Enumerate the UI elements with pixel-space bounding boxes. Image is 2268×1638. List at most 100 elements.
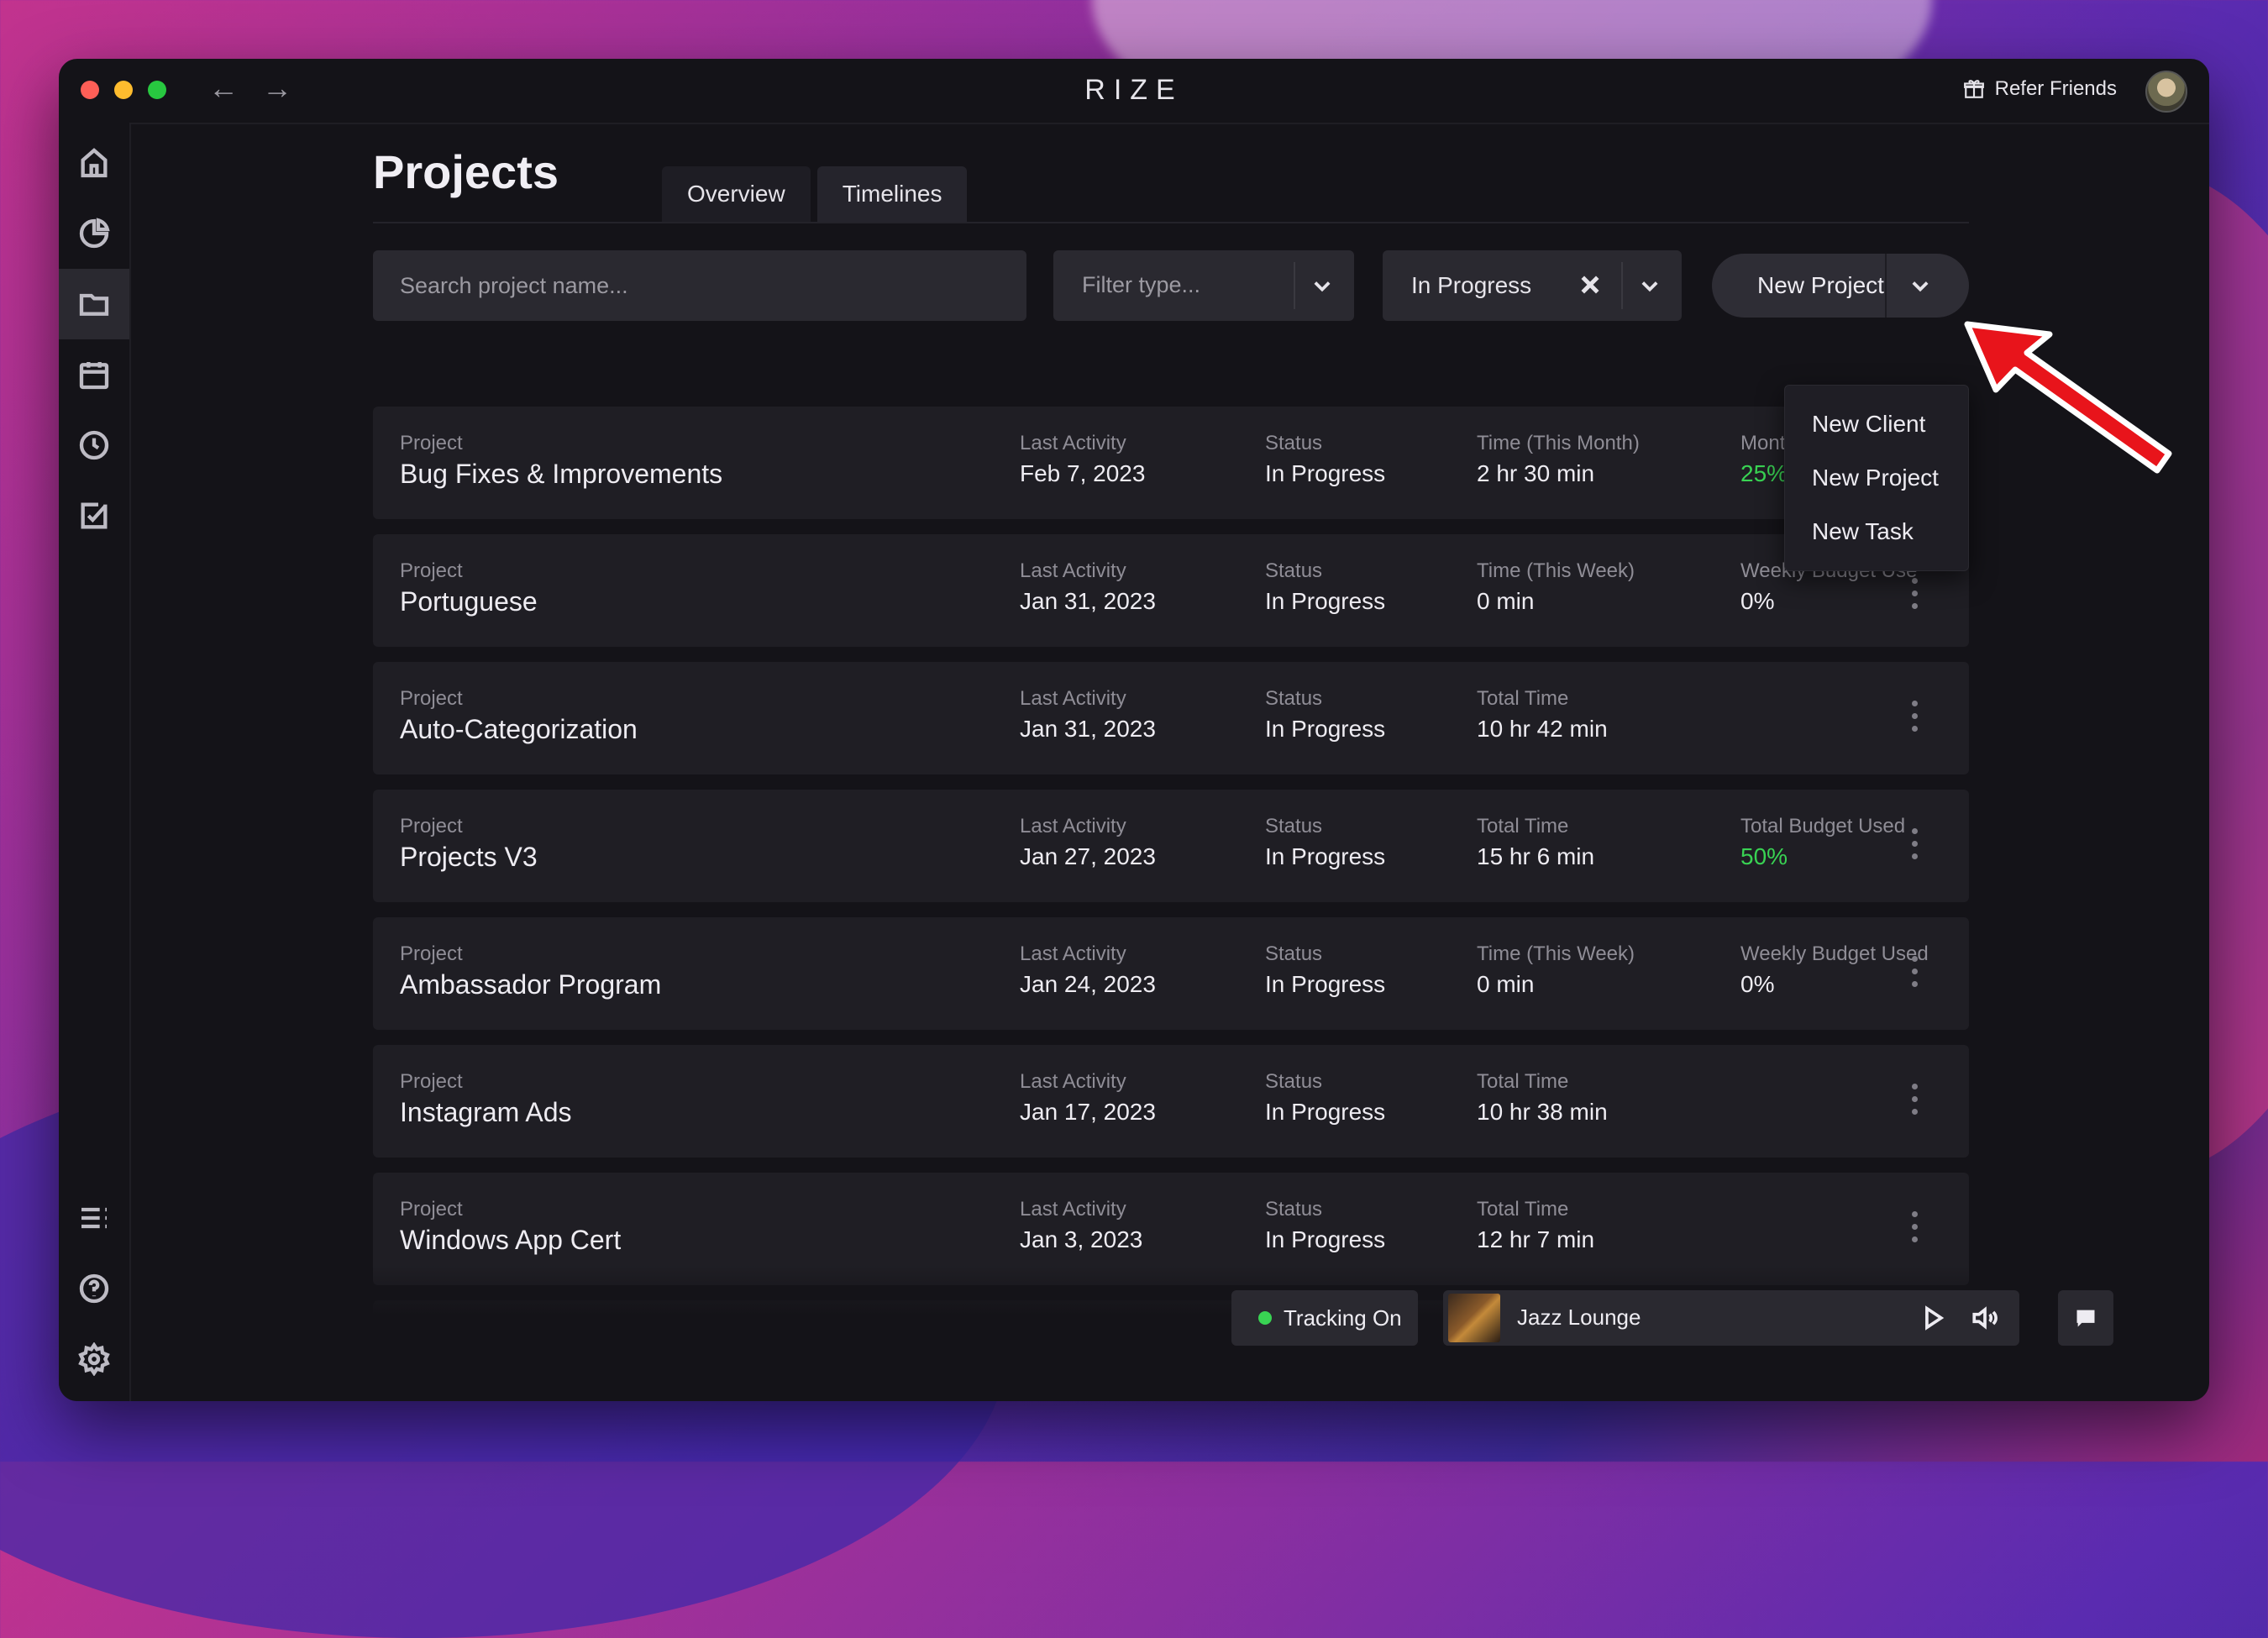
track-name: Jazz Lounge <box>1517 1305 1641 1330</box>
time-value: 0 min <box>1477 971 1535 997</box>
time-label: Total Time <box>1477 1070 1569 1093</box>
status-label: Status <box>1265 559 1323 582</box>
time-value: 0 min <box>1477 588 1535 614</box>
project-row[interactable]: Project Projects V3 Last Activity Jan 27, 2… <box>373 790 1969 902</box>
project-row[interactable]: Project Ambassador Program Last Activity Ja… <box>373 917 1969 1030</box>
refer-friends-button[interactable]: Refer Friends <box>1963 77 2117 101</box>
tracking-status-button[interactable]: Tracking On <box>1231 1290 1418 1346</box>
status-value: In Progress <box>1265 716 1386 742</box>
project-name: Portuguese <box>400 586 538 617</box>
last-activity-value: Jan 27, 2023 <box>1020 843 1156 869</box>
more-options-icon[interactable] <box>1912 578 1920 615</box>
new-project-button[interactable]: New Project <box>1712 254 1969 318</box>
sidebar-item-projects[interactable] <box>59 269 129 339</box>
budget-label: Total Budget Used <box>1740 815 1906 837</box>
tracking-status-label: Tracking On <box>1284 1305 1402 1331</box>
last-activity-value: Jan 31, 2023 <box>1020 588 1156 614</box>
folder-icon <box>79 293 109 316</box>
sidebar-item-analytics[interactable] <box>59 198 129 269</box>
sidebar-item-calendar[interactable] <box>59 339 129 410</box>
status-label: Status <box>1265 432 1323 454</box>
refer-friends-label: Refer Friends <box>1994 77 2117 100</box>
sidebar-item-tasks[interactable] <box>59 480 129 551</box>
project-name: Projects V3 <box>400 842 538 872</box>
home-icon <box>81 148 108 178</box>
status-label: Status <box>1265 1070 1323 1093</box>
help-icon <box>79 1273 109 1304</box>
project-list: Project Bug Fixes & Improvements Last Acti… <box>373 407 1969 1314</box>
new-project-label: New Project <box>1757 272 1884 298</box>
budget-value: 0% <box>1740 971 1775 997</box>
more-options-icon[interactable] <box>1912 1211 1920 1248</box>
last-activity-value: Jan 17, 2023 <box>1020 1099 1156 1125</box>
sidebar-item-home[interactable] <box>59 128 129 198</box>
menu-item-new-task[interactable]: New Task <box>1812 518 1914 545</box>
last-activity-label: Last Activity <box>1020 942 1126 965</box>
avatar[interactable] <box>2145 71 2187 113</box>
more-options-icon[interactable] <box>1912 956 1920 993</box>
checkbox-icon <box>81 502 108 529</box>
calendar-icon <box>79 362 109 390</box>
project-name: Bug Fixes & Improvements <box>400 459 723 489</box>
project-row[interactable]: Project Portuguese Last Activity Jan 31, 20… <box>373 534 1969 647</box>
project-row[interactable]: Project Instagram Ads Last Activity Jan 17,… <box>373 1045 1969 1158</box>
sidebar-item-list[interactable] <box>59 1183 129 1253</box>
divider <box>1885 254 1887 318</box>
time-label: Total Time <box>1477 1198 1569 1221</box>
project-label: Project <box>400 1198 463 1221</box>
project-label: Project <box>400 1070 463 1093</box>
main-content: Projects Overview Timelines Filter type.… <box>131 123 2209 1401</box>
time-label: Total Time <box>1477 687 1569 710</box>
divider <box>1294 262 1295 309</box>
time-label: Time (This Month) <box>1477 432 1640 454</box>
clear-filter-icon[interactable] <box>1578 272 1603 297</box>
menu-item-new-project[interactable]: New Project <box>1812 465 1939 491</box>
more-options-icon[interactable] <box>1912 1084 1920 1121</box>
status-value: In Progress <box>1265 971 1386 997</box>
project-label: Project <box>400 815 463 837</box>
last-activity-value: Jan 24, 2023 <box>1020 971 1156 997</box>
last-activity-label: Last Activity <box>1020 687 1126 710</box>
budget-value: 0% <box>1740 588 1775 614</box>
last-activity-label: Last Activity <box>1020 432 1126 454</box>
gift-icon <box>1963 80 1984 98</box>
tracking-status-dot <box>1258 1311 1272 1325</box>
chevron-down-icon[interactable] <box>1310 274 1334 297</box>
time-label: Total Time <box>1477 815 1569 837</box>
chevron-down-icon[interactable] <box>1638 274 1662 297</box>
project-row[interactable]: Project Auto-Categorization Last Activity J… <box>373 662 1969 774</box>
status-label: Status <box>1265 815 1323 837</box>
menu-item-new-client[interactable]: New Client <box>1812 411 1925 438</box>
more-options-icon[interactable] <box>1912 828 1920 865</box>
gear-icon <box>78 1342 110 1376</box>
chevron-down-icon[interactable] <box>1908 274 1932 297</box>
sidebar-item-help[interactable] <box>59 1253 129 1324</box>
filter-type-placeholder: Filter type... <box>1082 272 1201 297</box>
status-value: In Progress <box>1265 588 1386 614</box>
chat-icon <box>2076 1310 2095 1327</box>
volume-icon[interactable] <box>1971 1304 2001 1334</box>
project-name: Auto-Categorization <box>400 714 638 744</box>
more-options-icon[interactable] <box>1912 701 1920 738</box>
music-player: Jazz Lounge <box>1443 1290 2019 1346</box>
status-filter-select[interactable]: In Progress <box>1383 250 1682 321</box>
status-label: Status <box>1265 1198 1323 1221</box>
time-label: Time (This Week) <box>1477 559 1635 582</box>
time-value: 10 hr 38 min <box>1477 1099 1608 1125</box>
project-name: Ambassador Program <box>400 969 662 1000</box>
sidebar-item-settings[interactable] <box>59 1324 129 1394</box>
new-item-dropdown: New Client New Project New Task <box>1784 385 1969 571</box>
sidebar-item-privacy[interactable] <box>59 1394 129 1401</box>
project-row[interactable]: Project Bug Fixes & Improvements Last Acti… <box>373 407 1969 519</box>
pie-chart-icon <box>79 218 110 249</box>
filter-type-select[interactable]: Filter type... <box>1053 250 1354 321</box>
tab-timelines[interactable]: Timelines <box>816 166 968 222</box>
last-activity-label: Last Activity <box>1020 815 1126 837</box>
play-icon[interactable] <box>1919 1304 1949 1334</box>
status-value: In Progress <box>1265 843 1386 869</box>
search-input[interactable] <box>373 250 1026 321</box>
chat-button[interactable] <box>2058 1290 2113 1346</box>
tab-overview[interactable]: Overview <box>662 166 811 222</box>
time-label: Time (This Week) <box>1477 942 1635 965</box>
sidebar-item-history[interactable] <box>59 410 129 480</box>
